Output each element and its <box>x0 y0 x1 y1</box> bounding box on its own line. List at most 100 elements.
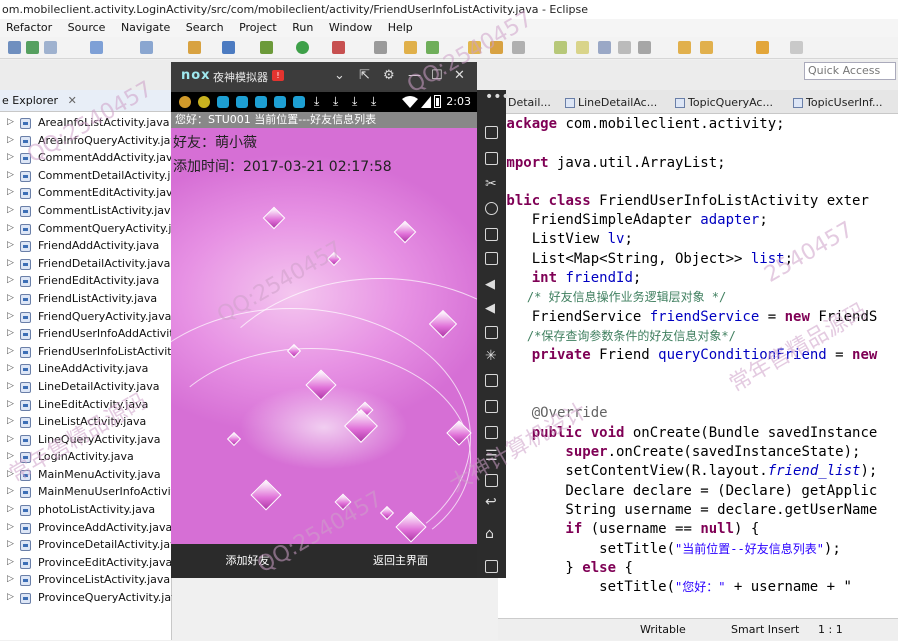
alert-badge[interactable]: ! <box>272 70 284 81</box>
display-icon[interactable] <box>485 228 498 241</box>
file-tree-item[interactable]: ▷ CommentListActivity.java <box>0 202 172 220</box>
expand-arrow-icon[interactable]: ▷ <box>7 272 14 290</box>
file-tree-item[interactable]: ▷ CommentDetailActivity.java <box>0 167 172 185</box>
recent-apps-icon[interactable] <box>485 560 498 573</box>
expand-arrow-icon[interactable]: ▷ <box>7 114 14 132</box>
back-icon[interactable]: ↩ <box>485 495 498 509</box>
file-tree-item[interactable]: ▷ AreaInfoListActivity.java <box>0 114 172 132</box>
expand-arrow-icon[interactable]: ▷ <box>7 202 14 220</box>
editor-tab[interactable]: TopicQueryAc... <box>672 93 773 113</box>
expand-arrow-icon[interactable]: ▷ <box>7 483 14 501</box>
code-editor[interactable]: package com.mobileclient.activity; impor… <box>498 114 898 618</box>
scissors-icon[interactable]: ✂ <box>485 177 498 191</box>
install-apk-icon[interactable] <box>485 326 498 339</box>
menu-run[interactable]: Run <box>286 19 319 37</box>
gear-icon[interactable]: ⚙ <box>383 68 395 83</box>
file-tree-item[interactable]: ▷ LineQueryActivity.java <box>0 431 172 449</box>
highlight-icon[interactable] <box>576 41 589 54</box>
expand-arrow-icon[interactable]: ▷ <box>7 343 14 361</box>
wrench-icon[interactable] <box>512 41 525 54</box>
menu-help[interactable]: Help <box>382 19 419 37</box>
expand-arrow-icon[interactable]: ▷ <box>7 149 14 167</box>
menu-project[interactable]: Project <box>233 19 283 37</box>
menu-icon[interactable]: ☰ <box>485 449 498 463</box>
open-type-icon[interactable] <box>188 41 201 54</box>
menu-window[interactable]: Window <box>323 19 378 37</box>
editor-tab[interactable]: TopicUserInf... <box>790 93 883 113</box>
home-icon[interactable]: ⌂ <box>485 527 498 541</box>
file-tree-item[interactable]: ▷ MainMenuUserInfoActivity <box>0 483 172 501</box>
prev-annotation-icon[interactable] <box>700 41 713 54</box>
expand-arrow-icon[interactable]: ▷ <box>7 431 14 449</box>
expand-arrow-icon[interactable]: ▷ <box>7 519 14 537</box>
more-icon[interactable]: ••• <box>485 90 510 107</box>
skip-breakpoints-icon[interactable] <box>374 41 387 54</box>
expand-arrow-icon[interactable]: ▷ <box>7 396 14 414</box>
block-select-icon[interactable] <box>638 41 651 54</box>
file-tree-item[interactable]: ▷ FriendUserInfoAddActivity <box>0 325 172 343</box>
external-tools-icon[interactable] <box>332 41 345 54</box>
expand-arrow-icon[interactable]: ▷ <box>7 237 14 255</box>
android-sdk-icon[interactable] <box>404 41 417 54</box>
file-tree-item[interactable]: ▷ LoginActivity.java <box>0 448 172 466</box>
pin-icon[interactable] <box>554 41 567 54</box>
return-main-button[interactable]: 返回主界面 <box>324 544 477 578</box>
file-tree-item[interactable]: ▷ FriendListActivity.java <box>0 290 172 308</box>
save-all-icon[interactable] <box>26 41 39 54</box>
expand-arrow-icon[interactable]: ▷ <box>7 325 14 343</box>
annotation-icon[interactable] <box>598 41 611 54</box>
fullscreen-icon[interactable] <box>485 252 498 265</box>
run-icon[interactable] <box>296 41 309 54</box>
add-friend-button[interactable]: 添加好友 <box>171 544 324 578</box>
package-explorer-tab[interactable]: e Explorer ✕ <box>0 90 172 112</box>
file-tree-item[interactable]: ▷ CommentEditActivity.java <box>0 184 172 202</box>
file-tree-item[interactable]: ▷ ProvinceQueryActivity.java <box>0 589 172 607</box>
expand-arrow-icon[interactable]: ▷ <box>7 466 14 484</box>
record-icon[interactable] <box>485 400 498 413</box>
location-icon[interactable] <box>485 202 498 215</box>
expand-arrow-icon[interactable]: ▷ <box>7 360 14 378</box>
file-tree-item[interactable]: ▷ MainMenuActivity.java <box>0 466 172 484</box>
file-tree-item[interactable]: ▷ photoListActivity.java <box>0 501 172 519</box>
file-tree-item[interactable]: ▷ CommentAddActivity.java <box>0 149 172 167</box>
shake-icon[interactable]: ✳ <box>485 349 498 363</box>
show-whitespace-icon[interactable] <box>618 41 631 54</box>
open-folder-icon[interactable] <box>468 41 481 54</box>
emulator-title-bar[interactable]: nox 夜神模拟器 ! ⌄ ⇱ ⚙ — ☐ ✕ <box>171 62 477 90</box>
expand-arrow-icon[interactable]: ▷ <box>7 184 14 202</box>
open-project-icon[interactable] <box>90 41 103 54</box>
file-tree-item[interactable]: ▷ FriendUserInfoListActivity.j <box>0 343 172 361</box>
expand-arrow-icon[interactable]: ▷ <box>7 448 14 466</box>
menu-search[interactable]: Search <box>180 19 230 37</box>
expand-arrow-icon[interactable]: ▷ <box>7 220 14 238</box>
expand-arrow-icon[interactable]: ▷ <box>7 255 14 273</box>
volume-down-icon[interactable]: ◀ <box>485 302 498 315</box>
file-tree-item[interactable]: ▷ LineListActivity.java <box>0 413 172 431</box>
expand-arrow-icon[interactable]: ▷ <box>7 501 14 519</box>
file-tree-item[interactable]: ▷ ProvinceAddActivity.java <box>0 519 172 537</box>
keyboard-icon[interactable] <box>485 152 498 165</box>
debug-icon[interactable] <box>260 41 273 54</box>
file-tree-item[interactable]: ▷ LineEditActivity.java <box>0 396 172 414</box>
file-tree-item[interactable]: ▷ FriendDetailActivity.java <box>0 255 172 273</box>
new-icon[interactable] <box>44 41 57 54</box>
search-icon[interactable] <box>222 41 235 54</box>
editor-tab[interactable]: LineDetailAc... <box>562 93 657 113</box>
package-icon[interactable] <box>490 41 503 54</box>
checkbox-icon[interactable] <box>140 41 153 54</box>
expand-arrow-icon[interactable]: ▷ <box>7 571 14 589</box>
expand-arrow-icon[interactable]: ▷ <box>7 308 14 326</box>
file-tree-item[interactable]: ▷ FriendAddActivity.java <box>0 237 172 255</box>
menu-navigate[interactable]: Navigate <box>115 19 176 37</box>
forward-icon[interactable] <box>790 41 803 54</box>
back-icon[interactable] <box>756 41 769 54</box>
maximize-icon[interactable]: ☐ <box>431 68 443 83</box>
expand-arrow-icon[interactable]: ▷ <box>7 290 14 308</box>
close-icon[interactable]: ✕ <box>454 68 465 83</box>
expand-arrow-icon[interactable]: ▷ <box>7 378 14 396</box>
expand-arrow-icon[interactable]: ▷ <box>7 536 14 554</box>
multi-instance-icon[interactable] <box>485 426 498 439</box>
close-icon[interactable]: ✕ <box>68 94 77 107</box>
file-tree-item[interactable]: ▷ LineAddActivity.java <box>0 360 172 378</box>
pin-icon[interactable]: ⇱ <box>359 68 370 83</box>
